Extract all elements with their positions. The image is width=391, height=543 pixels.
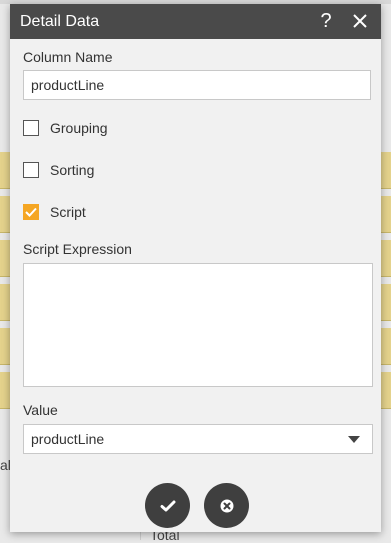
sorting-label: Sorting [50, 162, 95, 178]
script-label: Script [50, 204, 86, 220]
confirm-button[interactable] [145, 483, 190, 528]
grouping-checkbox[interactable]: Grouping [23, 118, 108, 138]
value-select-text: productLine [31, 431, 105, 447]
help-icon[interactable]: ? [313, 8, 339, 34]
cancel-icon [220, 499, 233, 512]
cancel-button[interactable] [204, 483, 249, 528]
grouping-checkbox-box[interactable] [23, 120, 39, 136]
checkmark-icon [25, 207, 37, 217]
background-row [0, 328, 10, 365]
background-row [0, 196, 10, 233]
background-row [381, 240, 391, 277]
close-icon[interactable] [347, 8, 373, 34]
background-row [0, 240, 10, 277]
value-label: Value [23, 402, 58, 418]
background-row [381, 152, 391, 189]
script-checkbox-box[interactable] [23, 204, 39, 220]
background-row [381, 328, 391, 365]
sorting-checkbox[interactable]: Sorting [23, 160, 94, 180]
sorting-checkbox-box[interactable] [23, 162, 39, 178]
script-checkbox[interactable]: Script [23, 202, 86, 222]
background-row [0, 152, 10, 189]
caret-down-icon [348, 436, 360, 443]
script-expression-label: Script Expression [23, 241, 132, 257]
dialog-title: Detail Data [20, 13, 100, 30]
column-name-input[interactable]: productLine [23, 70, 371, 100]
detail-data-dialog: Detail Data ? Column Name productLine Gr… [10, 4, 381, 532]
checkmark-icon [160, 500, 175, 511]
dialog-titlebar: Detail Data ? [10, 4, 381, 39]
background-row [381, 284, 391, 321]
value-select[interactable]: productLine [23, 424, 373, 454]
background-row [381, 196, 391, 233]
grouping-label: Grouping [50, 120, 108, 136]
background-row [0, 284, 10, 321]
column-name-label: Column Name [23, 49, 113, 65]
background-row [0, 372, 10, 409]
background-row [381, 372, 391, 409]
script-expression-textarea[interactable] [23, 263, 373, 387]
